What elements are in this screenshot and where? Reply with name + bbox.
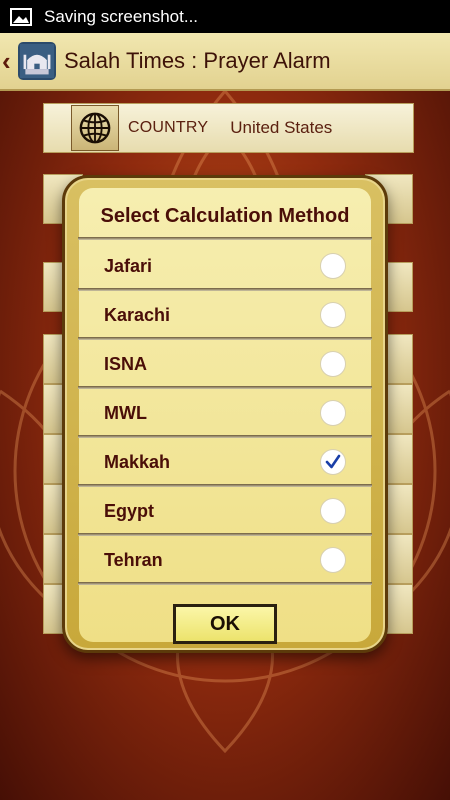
country-label: COUNTRY (128, 119, 209, 136)
dialog-title: Select Calculation Method (100, 205, 350, 227)
status-text: Saving screenshot... (44, 6, 199, 26)
divider (78, 386, 372, 389)
option-label: Tehran (104, 549, 163, 570)
option-label: ISNA (104, 353, 148, 374)
divider (78, 484, 372, 487)
option-label: Makkah (104, 451, 171, 472)
divider (78, 237, 372, 240)
radio-button[interactable] (320, 400, 346, 426)
option-label: Karachi (104, 304, 171, 325)
country-row[interactable]: COUNTRY United States (43, 103, 414, 153)
radio-button-selected[interactable] (320, 449, 346, 475)
ok-button[interactable]: OK (173, 604, 277, 644)
option-isna[interactable]: ISNA (78, 341, 372, 387)
radio-button[interactable] (320, 302, 346, 328)
option-mwl[interactable]: MWL (78, 390, 372, 436)
divider (78, 288, 372, 291)
radio-button[interactable] (320, 351, 346, 377)
divider (78, 533, 372, 536)
radio-button[interactable] (320, 498, 346, 524)
radio-button[interactable] (320, 547, 346, 573)
status-bar: Saving screenshot... (0, 0, 450, 33)
divider (78, 435, 372, 438)
image-icon (10, 7, 32, 26)
globe-icon (71, 105, 119, 151)
option-makkah[interactable]: Makkah (78, 439, 372, 485)
mosque-icon[interactable] (18, 42, 56, 80)
option-karachi[interactable]: Karachi (78, 292, 372, 338)
chevron-left-icon[interactable]: ‹ (2, 46, 18, 77)
country-value: United States (230, 118, 333, 137)
option-tehran[interactable]: Tehran (78, 537, 372, 583)
divider (78, 582, 372, 585)
option-egypt[interactable]: Egypt (78, 488, 372, 534)
radio-button[interactable] (320, 253, 346, 279)
action-bar: ‹ Salah Times : Prayer Alarm (0, 33, 450, 91)
divider (78, 337, 372, 340)
option-label: Jafari (104, 255, 153, 276)
app-title: Salah Times : Prayer Alarm (64, 48, 331, 73)
option-jafari[interactable]: Jafari (78, 243, 372, 289)
option-label: MWL (104, 402, 147, 423)
option-label: Egypt (104, 500, 155, 521)
checkmark-icon (325, 454, 341, 469)
